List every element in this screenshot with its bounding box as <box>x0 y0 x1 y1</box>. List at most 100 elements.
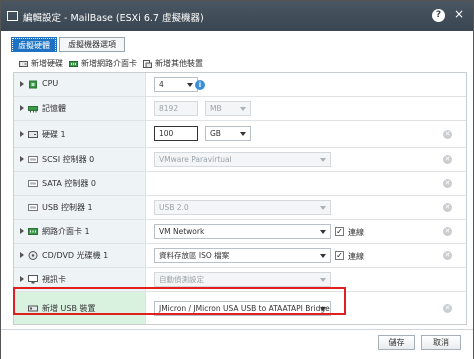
network-adapter-icon <box>28 228 38 235</box>
connect-label: 連線 <box>348 252 364 261</box>
memory-size-input[interactable]: 8192 <box>154 101 198 116</box>
add-other-device-label: 新增其他裝置 <box>155 59 203 68</box>
cd-dvd-source-value: 資料存放區 ISO 檔案 <box>159 251 230 260</box>
hard-disk-unit-select[interactable]: GB <box>205 126 251 141</box>
help-icon[interactable]: ? <box>432 9 445 22</box>
row-label-cell: CPU <box>14 73 146 96</box>
hardware-row-memory: 記憶體 8192 MB <box>14 97 466 121</box>
hard-disk-icon <box>19 60 28 67</box>
hard-disk-size-input[interactable]: 100 <box>154 126 198 141</box>
memory-unit-select[interactable]: MB <box>205 101 251 116</box>
sata-controller-label: SATA 控制器 0 <box>42 179 96 188</box>
network-adapter-label: 網路介面卡 1 <box>42 227 90 236</box>
row-label-cell: 記憶體 <box>14 97 146 120</box>
row-label-cell: USB 控制器 1 <box>14 196 146 219</box>
remove-device-icon[interactable]: ✕ <box>443 251 452 260</box>
expand-arrow-icon[interactable] <box>20 276 24 282</box>
memory-unit-value: MB <box>210 104 222 113</box>
controller-icon <box>28 156 38 163</box>
usb-version-select[interactable]: USB 2.0 <box>154 200 331 215</box>
tab-vm-options[interactable]: 虛擬機器選項 <box>59 37 125 52</box>
chevron-down-icon <box>240 107 246 111</box>
connect-checkbox[interactable]: ✓ <box>335 251 344 260</box>
expand-arrow-icon[interactable] <box>20 228 24 234</box>
add-hard-disk-label: 新增硬碟 <box>31 59 63 68</box>
other-device-icon <box>143 59 152 68</box>
chevron-down-icon <box>240 132 246 136</box>
usb-controller-label: USB 控制器 1 <box>42 203 93 212</box>
cpu-label: CPU <box>42 79 59 88</box>
network-select[interactable]: VM Network <box>154 224 331 239</box>
row-label-cell: 網路介面卡 1 <box>14 220 146 243</box>
row-label-cell: SATA 控制器 0 <box>14 172 146 195</box>
expand-arrow-icon[interactable] <box>20 81 24 87</box>
connect-checkbox[interactable]: ✓ <box>335 227 344 236</box>
usb-version-value: USB 2.0 <box>159 203 189 212</box>
scsi-type-value: VMware Paravirtual <box>159 155 232 164</box>
close-icon[interactable]: × <box>454 7 464 21</box>
save-button[interactable]: 儲存 <box>378 335 415 350</box>
dialog-footer: 儲存 取消 <box>1 329 473 359</box>
add-network-adapter-label: 新增網路介面卡 <box>81 59 137 68</box>
row-label-cell: CD/DVD 光碟機 1 <box>14 244 146 267</box>
add-hard-disk-button[interactable]: 新增硬碟 <box>19 58 63 70</box>
chevron-down-icon <box>320 254 326 258</box>
hard-disk-unit-value: GB <box>210 129 221 138</box>
remove-device-icon[interactable]: ✕ <box>443 130 452 139</box>
dialog-title: 編輯設定 - MailBase (ESXi 6.7 虛擬機器) <box>23 13 204 24</box>
chevron-down-icon <box>187 83 193 87</box>
expand-arrow-icon[interactable] <box>20 156 24 162</box>
tab-virtual-hardware[interactable]: 虛擬硬體 <box>11 37 57 53</box>
scsi-controller-label: SCSI 控制器 0 <box>42 155 95 164</box>
hardware-row-sata: SATA 控制器 0 ✕ <box>14 172 466 196</box>
remove-device-icon[interactable]: ✕ <box>443 179 452 188</box>
remove-device-icon[interactable]: ✕ <box>443 227 452 236</box>
memory-icon <box>28 106 38 113</box>
vm-icon <box>7 11 18 21</box>
network-value: VM Network <box>159 227 205 236</box>
hardware-row-hard-disk: 硬碟 1 100 GB ✕ <box>14 121 466 148</box>
cancel-button[interactable]: 取消 <box>421 335 461 350</box>
cpu-count-select[interactable]: 4 <box>154 77 198 92</box>
dialog-titlebar: 編輯設定 - MailBase (ESXi 6.7 虛擬機器) ? × <box>1 1 473 31</box>
memory-label: 記憶體 <box>42 104 66 113</box>
cd-dvd-source-select[interactable]: 資料存放區 ISO 檔案 <box>154 248 331 263</box>
video-settings-select[interactable]: 自動偵測設定 <box>154 272 331 287</box>
highlight-annotation-box <box>13 287 346 315</box>
scsi-type-select[interactable]: VMware Paravirtual <box>154 152 331 167</box>
video-card-label: 視訊卡 <box>42 275 66 284</box>
tab-label: 虛擬硬體 <box>12 38 56 53</box>
hardware-row-cd-dvd: CD/DVD 光碟機 1 資料存放區 ISO 檔案 ✓ 連線 ✕ <box>14 244 466 268</box>
video-settings-value: 自動偵測設定 <box>159 275 204 284</box>
expand-arrow-icon[interactable] <box>20 131 24 137</box>
connect-label: 連線 <box>348 228 364 237</box>
chevron-down-icon <box>320 206 326 210</box>
hard-disk-icon <box>28 131 38 138</box>
add-other-device-button[interactable]: 新增其他裝置 <box>143 58 203 70</box>
remove-device-icon[interactable]: ✕ <box>443 203 452 212</box>
tab-label: 虛擬機器選項 <box>68 40 116 49</box>
remove-device-icon[interactable]: ✕ <box>443 155 452 164</box>
hardware-row-cpu: CPU 4 i <box>14 73 466 97</box>
cd-dvd-icon <box>28 251 38 260</box>
hard-disk-label: 硬碟 1 <box>42 130 66 139</box>
chevron-down-icon <box>320 158 326 162</box>
hardware-row-network-adapter: 網路介面卡 1 VM Network ✓ 連線 ✕ <box>14 220 466 244</box>
video-card-icon <box>28 275 38 284</box>
chevron-down-icon <box>320 230 326 234</box>
info-icon[interactable]: i <box>195 80 205 90</box>
expand-arrow-icon[interactable] <box>20 252 24 258</box>
network-adapter-icon <box>69 60 78 67</box>
hardware-row-scsi: SCSI 控制器 0 VMware Paravirtual ✕ <box>14 148 466 172</box>
controller-icon <box>28 180 38 187</box>
chevron-down-icon <box>320 278 326 282</box>
remove-device-icon[interactable]: ✕ <box>443 304 452 313</box>
cd-dvd-label: CD/DVD 光碟機 1 <box>42 251 109 260</box>
usb-controller-icon <box>28 204 38 211</box>
hardware-row-usb-controller: USB 控制器 1 USB 2.0 ✕ <box>14 196 466 220</box>
add-network-adapter-button[interactable]: 新增網路介面卡 <box>69 58 137 70</box>
expand-arrow-icon[interactable] <box>20 105 24 111</box>
cpu-icon <box>29 80 37 89</box>
row-label-cell: 硬碟 1 <box>14 121 146 147</box>
edit-settings-dialog: 編輯設定 - MailBase (ESXi 6.7 虛擬機器) ? × 虛擬硬體… <box>0 0 474 359</box>
